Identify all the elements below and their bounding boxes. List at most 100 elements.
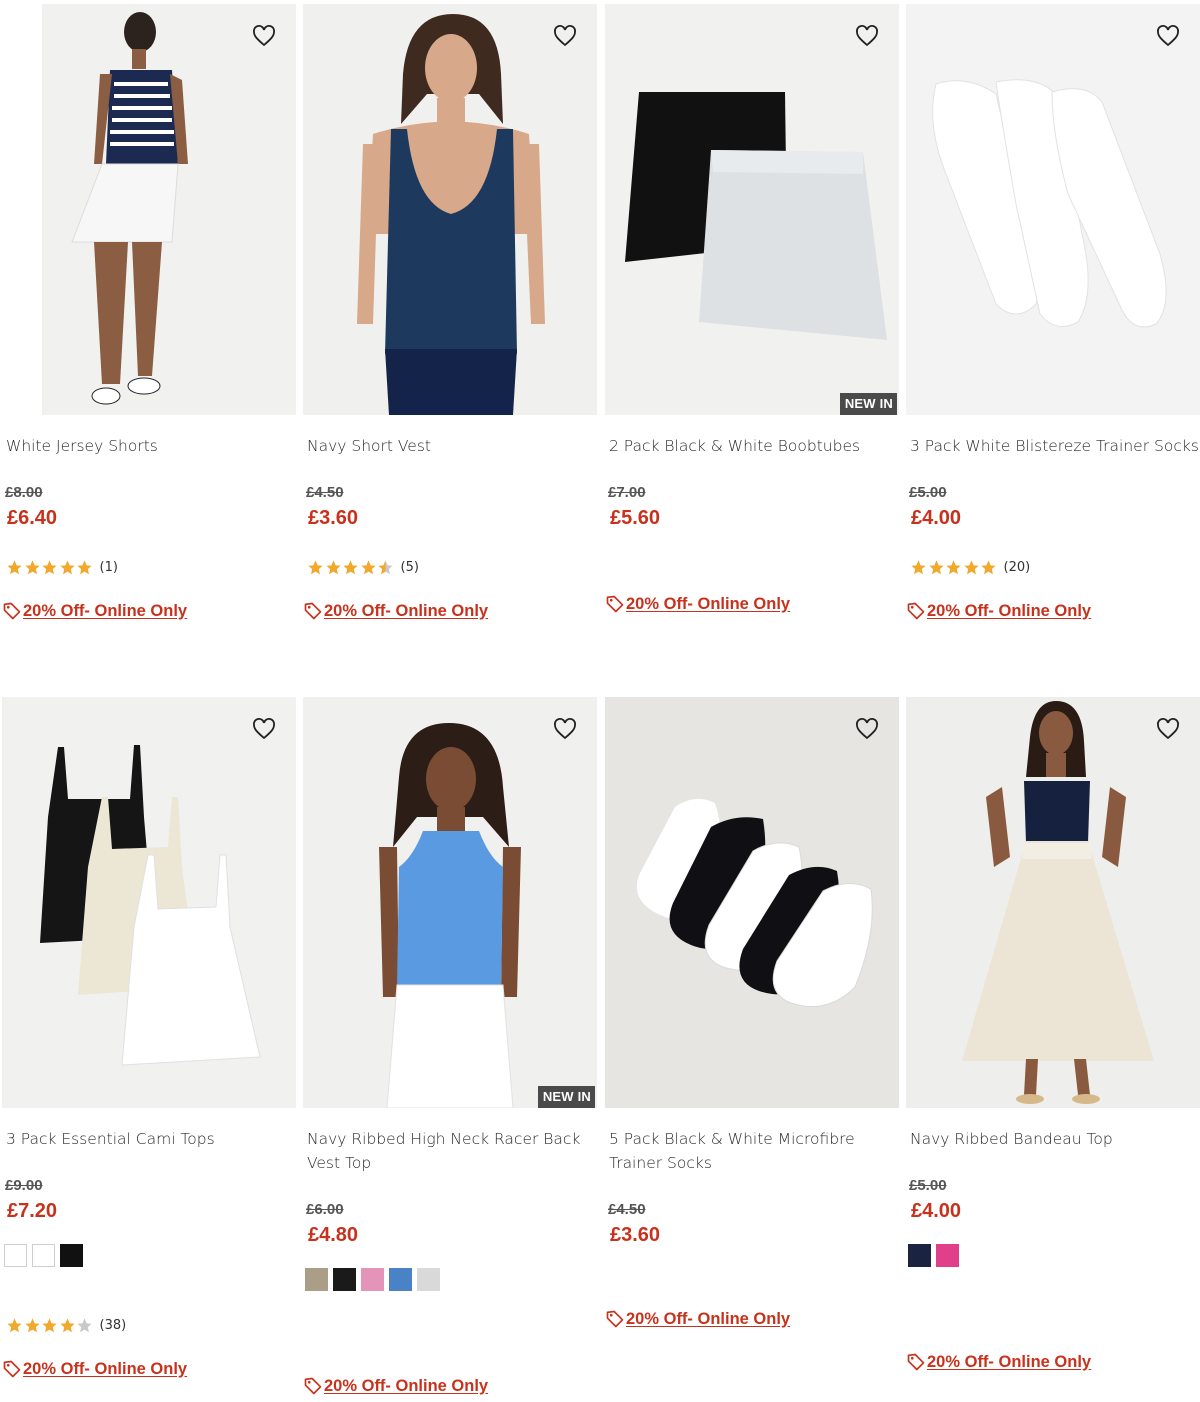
star-icon xyxy=(77,559,92,574)
product-title[interactable]: Navy Ribbed High Neck Racer Back Vest To… xyxy=(307,1127,597,1175)
product-title[interactable]: 2 Pack Black & White Boobtubes xyxy=(609,434,899,458)
colour-swatch-blue[interactable] xyxy=(389,1268,412,1291)
was-price: £4.50 xyxy=(306,484,344,501)
product-image[interactable] xyxy=(303,4,597,415)
product-image[interactable]: NEW IN xyxy=(303,697,597,1108)
colour-swatch-white[interactable] xyxy=(4,1244,27,1267)
colour-swatch-stone[interactable] xyxy=(305,1268,328,1291)
product-title[interactable]: 3 Pack White Blistereze Trainer Socks xyxy=(910,434,1200,458)
star-rating: (38) xyxy=(6,1316,126,1334)
colour-swatches xyxy=(4,1244,83,1267)
tag-icon xyxy=(3,1360,21,1378)
colour-swatch-black[interactable] xyxy=(60,1244,83,1267)
promo-label[interactable]: 20% Off- Online Only xyxy=(927,1353,1091,1372)
colour-swatch-white[interactable] xyxy=(32,1244,55,1267)
wishlist-heart-icon[interactable] xyxy=(250,22,278,50)
promo-link[interactable]: 20% Off- Online Only xyxy=(906,1352,1091,1372)
star-rating: (1) xyxy=(6,558,118,576)
product-image[interactable] xyxy=(906,4,1200,415)
wishlist-heart-icon[interactable] xyxy=(1154,22,1182,50)
star-icon xyxy=(59,1317,75,1332)
tag-icon xyxy=(606,595,624,613)
star-empty-icon xyxy=(77,1317,92,1332)
colour-swatch-pink[interactable] xyxy=(936,1244,959,1267)
was-price: £5.00 xyxy=(909,484,947,501)
promo-link[interactable]: 20% Off- Online Only xyxy=(303,1376,488,1396)
star-icon xyxy=(24,559,40,574)
promo-label[interactable]: 20% Off- Online Only xyxy=(23,602,187,621)
was-price: £5.00 xyxy=(909,1177,947,1194)
star-icon xyxy=(981,559,996,574)
tag-icon xyxy=(907,1353,925,1371)
sale-price: £3.60 xyxy=(610,1224,661,1246)
new-in-badge: NEW IN xyxy=(839,393,897,415)
product-image[interactable]: NEW IN xyxy=(605,4,899,415)
promo-label[interactable]: 20% Off- Online Only xyxy=(626,1310,790,1329)
tag-icon xyxy=(907,602,925,620)
sale-price: £4.00 xyxy=(911,507,962,529)
colour-swatches xyxy=(908,1244,959,1267)
product-title[interactable]: Navy Ribbed Bandeau Top xyxy=(910,1127,1200,1151)
product-image[interactable] xyxy=(906,697,1200,1108)
tag-icon xyxy=(304,602,322,620)
star-icon xyxy=(7,559,22,574)
colour-swatch-pink[interactable] xyxy=(361,1268,384,1291)
product-title[interactable]: 5 Pack Black & White Microfibre Trainer … xyxy=(609,1127,899,1175)
star-half-icon xyxy=(378,559,393,574)
colour-swatch-navy[interactable] xyxy=(908,1244,931,1267)
star-icon xyxy=(42,1317,57,1332)
promo-label[interactable]: 20% Off- Online Only xyxy=(927,602,1091,621)
was-price: £4.50 xyxy=(608,1201,646,1218)
review-count[interactable]: (20) xyxy=(1004,560,1031,575)
colour-swatch-grey[interactable] xyxy=(417,1268,440,1291)
colour-swatch-black[interactable] xyxy=(333,1268,356,1291)
review-count[interactable]: (38) xyxy=(100,1318,127,1333)
was-price: £8.00 xyxy=(5,484,43,501)
wishlist-heart-icon[interactable] xyxy=(853,22,881,50)
star-icon xyxy=(928,559,944,574)
tag-icon xyxy=(606,1310,624,1328)
promo-link[interactable]: 20% Off- Online Only xyxy=(2,1359,187,1379)
was-price: £9.00 xyxy=(5,1177,43,1194)
promo-link[interactable]: 20% Off- Online Only xyxy=(605,594,790,614)
promo-link[interactable]: 20% Off- Online Only xyxy=(605,1309,790,1329)
product-title[interactable]: White Jersey Shorts xyxy=(6,434,296,458)
colour-swatches xyxy=(305,1268,440,1291)
star-icon xyxy=(7,1317,22,1332)
was-price: £6.00 xyxy=(306,1201,344,1218)
product-image[interactable] xyxy=(605,697,899,1108)
wishlist-heart-icon[interactable] xyxy=(853,715,881,743)
sale-price: £7.20 xyxy=(7,1200,58,1222)
wishlist-heart-icon[interactable] xyxy=(551,715,579,743)
promo-label[interactable]: 20% Off- Online Only xyxy=(626,595,790,614)
wishlist-heart-icon[interactable] xyxy=(551,22,579,50)
was-price: £7.00 xyxy=(608,484,646,501)
star-icon xyxy=(946,559,961,574)
new-in-badge: NEW IN xyxy=(537,1086,595,1108)
star-icon xyxy=(325,559,341,574)
promo-link[interactable]: 20% Off- Online Only xyxy=(2,601,187,621)
review-count[interactable]: (1) xyxy=(100,560,118,575)
star-rating: (5) xyxy=(307,558,419,576)
star-icon xyxy=(42,559,57,574)
promo-label[interactable]: 20% Off- Online Only xyxy=(324,1377,488,1396)
product-title[interactable]: 3 Pack Essential Cami Tops xyxy=(6,1127,296,1151)
sale-price: £6.40 xyxy=(7,507,58,529)
star-rating: (20) xyxy=(910,558,1030,576)
product-image[interactable] xyxy=(2,697,296,1108)
star-icon xyxy=(360,559,376,574)
tag-icon xyxy=(3,602,21,620)
review-count[interactable]: (5) xyxy=(401,560,419,575)
promo-label[interactable]: 20% Off- Online Only xyxy=(324,602,488,621)
sale-price: £5.60 xyxy=(610,507,661,529)
sale-price: £4.00 xyxy=(911,1200,962,1222)
wishlist-heart-icon[interactable] xyxy=(250,715,278,743)
promo-link[interactable]: 20% Off- Online Only xyxy=(906,601,1091,621)
promo-label[interactable]: 20% Off- Online Only xyxy=(23,1360,187,1379)
promo-link[interactable]: 20% Off- Online Only xyxy=(303,601,488,621)
product-title[interactable]: Navy Short Vest xyxy=(307,434,597,458)
product-image[interactable] xyxy=(2,4,296,415)
star-icon xyxy=(59,559,75,574)
tag-icon xyxy=(304,1377,322,1395)
wishlist-heart-icon[interactable] xyxy=(1154,715,1182,743)
